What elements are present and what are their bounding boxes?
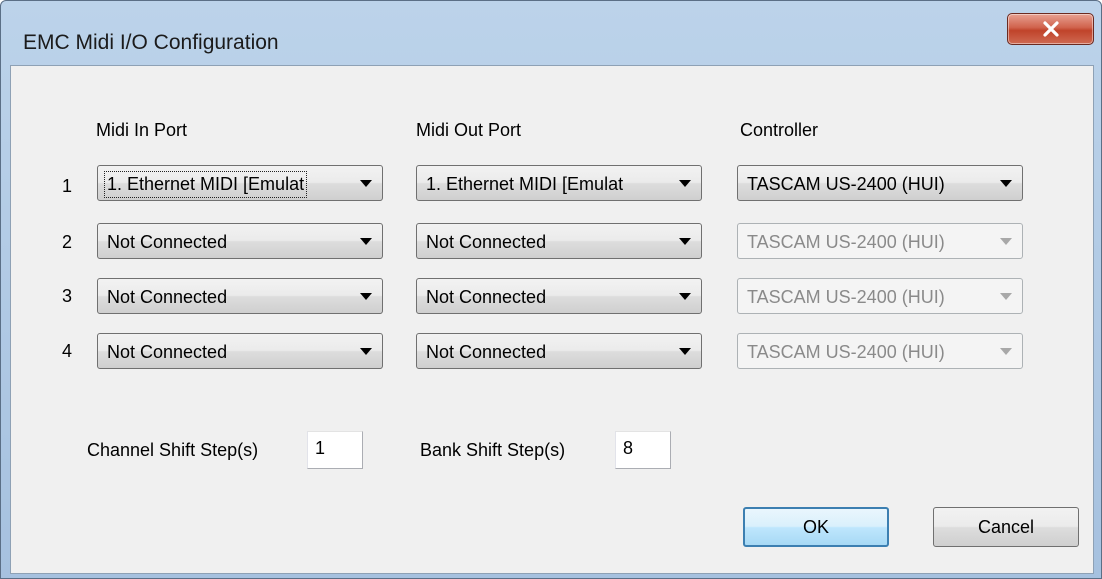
chevron-down-icon (360, 238, 372, 245)
chevron-down-icon (1000, 238, 1012, 245)
midi-in-port-select-4[interactable]: Not Connected (97, 333, 383, 369)
row-number: 3 (62, 286, 73, 306)
window-title: EMC Midi I/O Configuration (23, 31, 279, 54)
midi-in-port-header: Midi In Port (96, 120, 188, 140)
select-value: TASCAM US-2400 (HUI) (747, 174, 945, 194)
midi-in-port-select-2[interactable]: Not Connected (97, 223, 383, 259)
select-value: 1. Ethernet MIDI [Emulat (103, 171, 308, 198)
select-value: Not Connected (107, 342, 228, 362)
cancel-button[interactable]: Cancel (933, 507, 1079, 547)
select-value: TASCAM US-2400 (HUI) (747, 342, 945, 362)
select-value: Not Connected (107, 287, 228, 307)
bank-shift-label: Bank Shift Step(s) (420, 440, 566, 460)
chevron-down-icon (679, 293, 691, 300)
midi-out-port-select-2[interactable]: Not Connected (416, 223, 702, 259)
select-value: 1. Ethernet MIDI [Emulat (426, 174, 624, 194)
controller-select-3: TASCAM US-2400 (HUI) (737, 278, 1023, 314)
title-bar[interactable]: EMC Midi I/O Configuration (1, 1, 1101, 65)
dialog-body: Midi In Port Midi Out Port Controller 1 … (10, 65, 1094, 574)
chevron-down-icon (679, 348, 691, 355)
chevron-down-icon (1000, 293, 1012, 300)
channel-shift-label: Channel Shift Step(s) (87, 440, 259, 460)
select-value: Not Connected (426, 342, 547, 362)
midi-out-port-header: Midi Out Port (416, 120, 522, 140)
midi-in-port-select-1[interactable]: 1. Ethernet MIDI [Emulat (97, 165, 383, 201)
controller-select-1[interactable]: TASCAM US-2400 (HUI) (737, 165, 1023, 201)
chevron-down-icon (360, 348, 372, 355)
controller-select-4: TASCAM US-2400 (HUI) (737, 333, 1023, 369)
select-value: TASCAM US-2400 (HUI) (747, 287, 945, 307)
chevron-down-icon (360, 293, 372, 300)
chevron-down-icon (679, 180, 691, 187)
midi-out-port-select-3[interactable]: Not Connected (416, 278, 702, 314)
dialog-window: EMC Midi I/O Configuration Midi In Port … (0, 0, 1102, 579)
midi-out-port-select-1[interactable]: 1. Ethernet MIDI [Emulat (416, 165, 702, 201)
select-value: TASCAM US-2400 (HUI) (747, 232, 945, 252)
close-button[interactable] (1007, 13, 1094, 45)
midi-out-port-select-4[interactable]: Not Connected (416, 333, 702, 369)
chevron-down-icon (1000, 180, 1012, 187)
close-icon (1042, 21, 1059, 37)
controller-select-2: TASCAM US-2400 (HUI) (737, 223, 1023, 259)
midi-in-port-select-3[interactable]: Not Connected (97, 278, 383, 314)
row-number: 1 (62, 176, 73, 196)
chevron-down-icon (360, 180, 372, 187)
select-value: Not Connected (107, 232, 228, 252)
select-value: Not Connected (426, 232, 547, 252)
bank-shift-input[interactable]: 8 (615, 431, 671, 469)
select-value: Not Connected (426, 287, 547, 307)
ok-button[interactable]: OK (743, 507, 889, 547)
row-number: 2 (62, 232, 73, 252)
controller-header: Controller (740, 120, 819, 140)
channel-shift-input[interactable]: 1 (307, 431, 363, 469)
chevron-down-icon (1000, 348, 1012, 355)
chevron-down-icon (679, 238, 691, 245)
row-number: 4 (62, 341, 73, 361)
